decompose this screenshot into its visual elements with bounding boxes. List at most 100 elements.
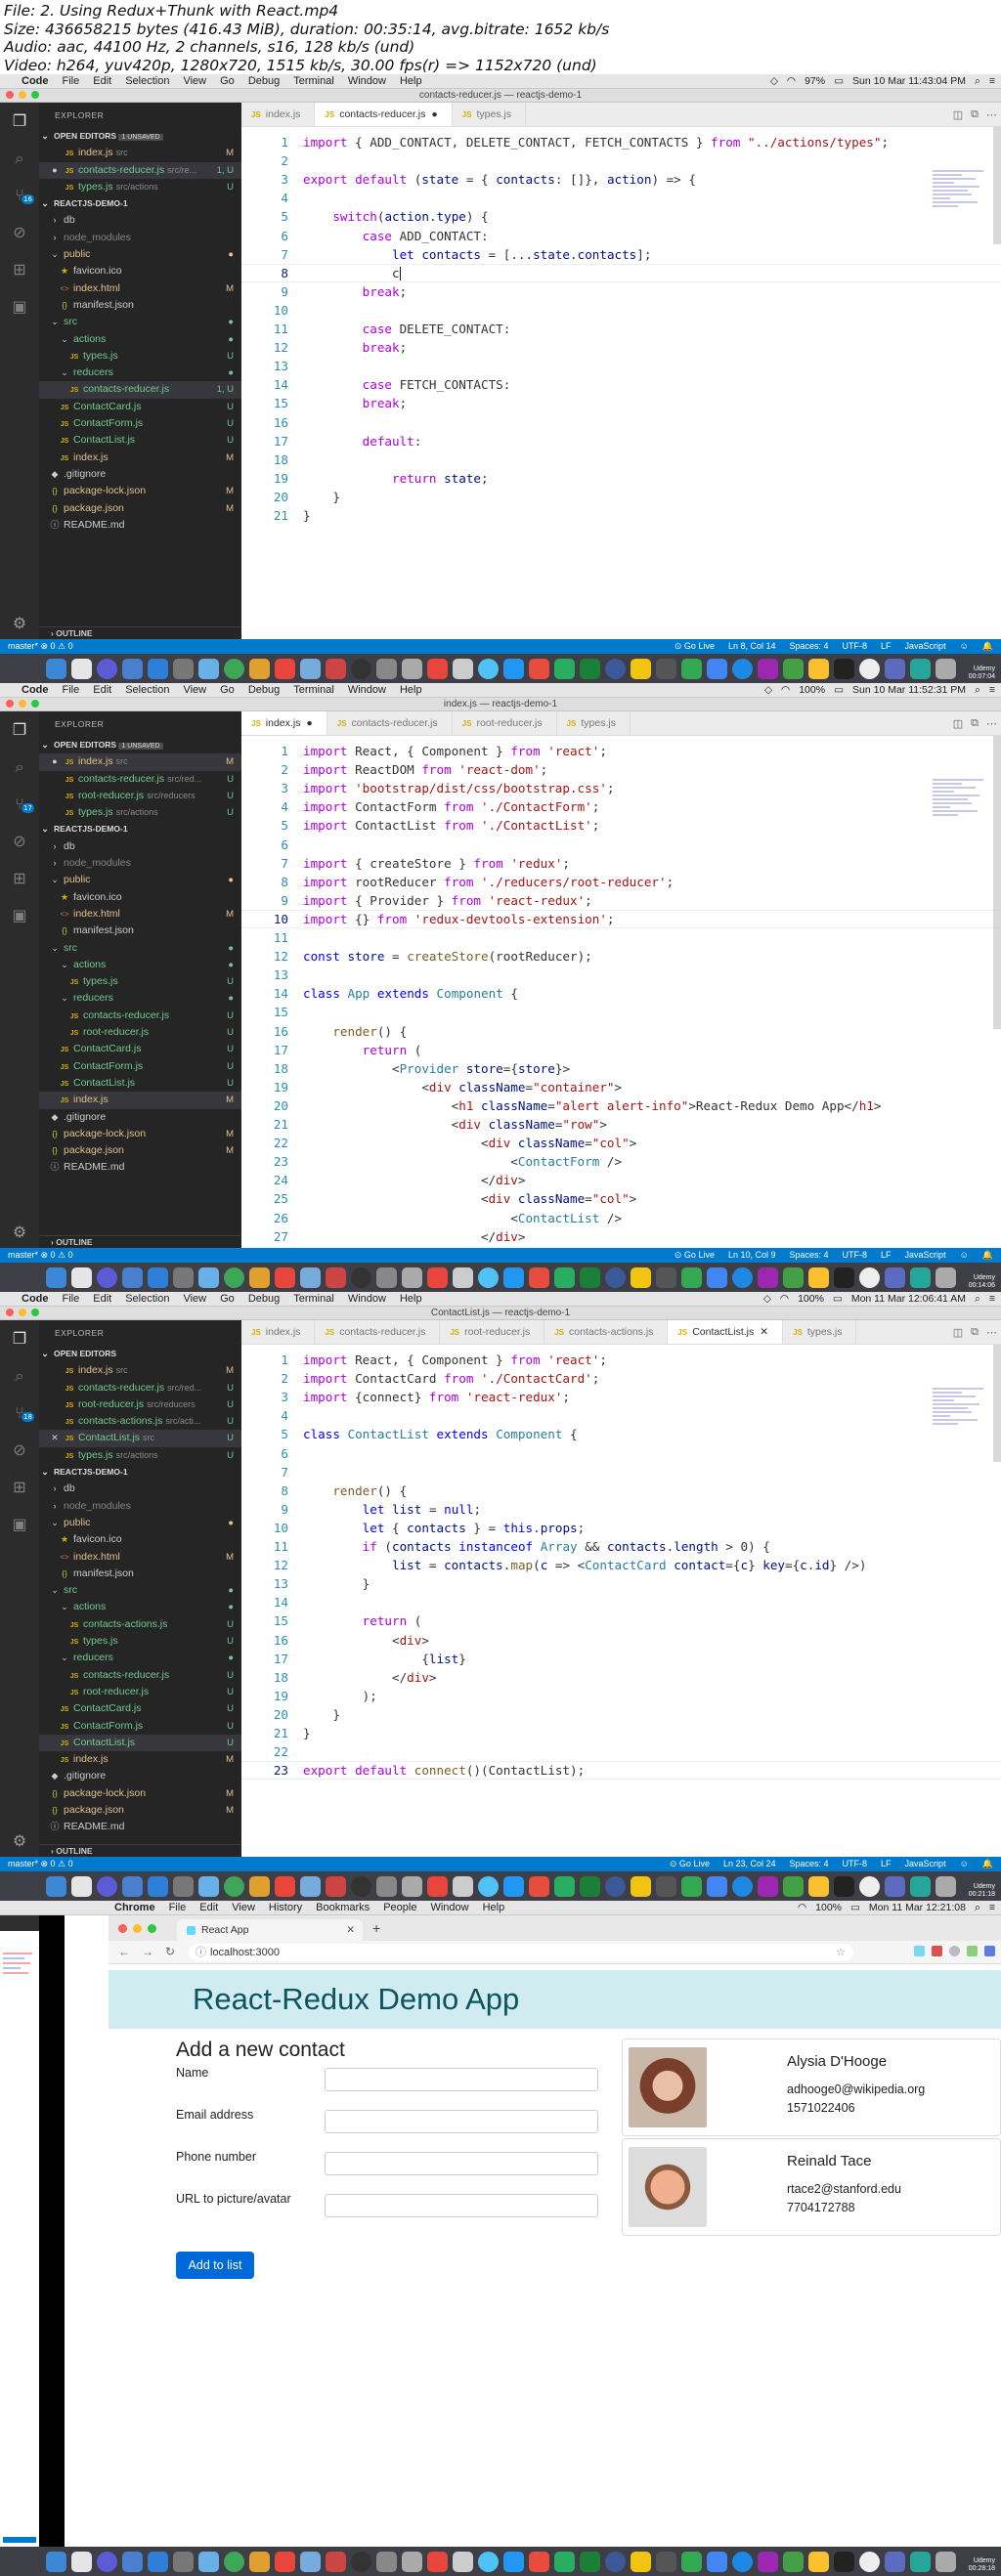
dock-app-icon[interactable] [935, 658, 956, 679]
back-icon[interactable]: ← [118, 1945, 130, 1958]
status-item[interactable]: Ln 23, Col 24 [723, 1859, 776, 1868]
dock-app-icon[interactable] [70, 1875, 92, 1897]
extensions-icon[interactable]: ⊞ [0, 1469, 39, 1506]
dock-app-icon[interactable] [96, 1267, 117, 1288]
tree-item[interactable]: › db [39, 1481, 241, 1497]
menu-item[interactable]: View [183, 1293, 206, 1305]
menu-item[interactable]: History [269, 1902, 302, 1913]
dock-app-icon[interactable] [706, 1267, 727, 1288]
dock-app-icon[interactable] [553, 1875, 575, 1897]
project-header[interactable]: ⌄ REACTJS-DEMO-1 [39, 821, 241, 837]
menu-item[interactable]: Help [400, 75, 422, 87]
dock-app-icon[interactable] [553, 658, 575, 679]
remote-icon[interactable]: ▣ [0, 897, 39, 934]
code-view[interactable]: 1 import React, { Component } from 'react… [241, 736, 1001, 1248]
toggle-icon[interactable]: ⧉ [971, 108, 979, 121]
menu-item[interactable]: View [183, 75, 206, 87]
dock-app-icon[interactable] [858, 1267, 880, 1288]
dock-app-icon[interactable] [325, 658, 346, 679]
status-item[interactable]: LF [881, 1859, 892, 1868]
menu-item[interactable]: File [63, 75, 80, 87]
menu-item[interactable]: Window [348, 75, 386, 87]
dock-app-icon[interactable] [375, 1267, 397, 1288]
menu-item[interactable]: View [232, 1902, 255, 1913]
dock-app-icon[interactable] [706, 658, 727, 679]
dock-app-icon[interactable] [553, 2551, 575, 2572]
tree-item[interactable]: JS ContactList.js U [39, 1734, 241, 1752]
extension-icon[interactable] [932, 1946, 942, 1956]
dock-app-icon[interactable] [909, 2551, 931, 2572]
dock-app-icon[interactable] [502, 658, 524, 679]
tree-item[interactable]: ★ favicon.ico [39, 263, 241, 279]
outline-header[interactable]: › OUTLINE [39, 626, 241, 639]
dock-app-icon[interactable] [731, 2551, 753, 2572]
menu-item[interactable]: Edit [93, 684, 111, 696]
menu-item[interactable]: Code [22, 75, 49, 87]
menu-icon[interactable]: ≡ [989, 1902, 995, 1913]
dock-app-icon[interactable] [502, 2551, 524, 2572]
tree-item[interactable]: {} package.json M [39, 500, 241, 517]
scrollbar[interactable] [993, 127, 1001, 244]
editor-tab[interactable]: JS index.js [241, 103, 316, 126]
forward-icon[interactable]: → [142, 1945, 153, 1958]
dock-app-icon[interactable] [452, 658, 473, 679]
dock-app-icon[interactable] [630, 1875, 651, 1897]
tree-item[interactable]: <> index.html M [39, 280, 241, 297]
tree-item[interactable]: JS contacts-actions.js U [39, 1616, 241, 1633]
menu-icon[interactable]: ≡ [989, 1293, 995, 1305]
dock-app-icon[interactable] [528, 1875, 549, 1897]
dock-app-icon[interactable] [604, 658, 626, 679]
tree-item[interactable]: JS contacts-reducer.js U [39, 1008, 241, 1024]
menu-item[interactable]: View [183, 684, 206, 696]
tree-item[interactable]: JS ContactForm.js U [39, 415, 241, 432]
dropbox-icon[interactable]: ◇ [764, 684, 772, 696]
dock-app-icon[interactable] [45, 1875, 66, 1897]
maximize-window-icon[interactable] [148, 1924, 156, 1933]
close-window-icon[interactable] [6, 91, 14, 99]
dock-app-icon[interactable] [121, 1875, 143, 1897]
minimap[interactable] [933, 170, 989, 229]
open-editor-item[interactable]: JS contacts-reducer.js src/red... U [39, 1380, 241, 1396]
dock-app-icon[interactable] [502, 1267, 524, 1288]
dock-app-icon[interactable] [579, 2551, 600, 2572]
tree-item[interactable]: › db [39, 212, 241, 229]
dock-app-icon[interactable] [350, 2551, 371, 2572]
dock-app-icon[interactable] [477, 1875, 499, 1897]
dock-app-icon[interactable] [248, 1875, 270, 1897]
dock-app-icon[interactable] [172, 1267, 194, 1288]
tree-item[interactable]: ◆ .gitignore [39, 1109, 241, 1126]
dock-app-icon[interactable] [655, 1875, 676, 1897]
menu-icon[interactable]: ≡ [989, 684, 995, 696]
tree-item[interactable]: › node_modules [39, 230, 241, 246]
menu-item[interactable]: Selection [125, 75, 169, 87]
dock-app-icon[interactable] [579, 1267, 600, 1288]
tree-item[interactable]: <> index.html M [39, 906, 241, 923]
menu-item[interactable]: File [63, 1293, 80, 1305]
debug-icon[interactable]: ⊘ [0, 823, 39, 860]
source-control-icon[interactable]: ⑂ 16 [0, 177, 39, 214]
dock-app-icon[interactable] [858, 1875, 880, 1897]
maximize-window-icon[interactable] [31, 91, 39, 99]
open-editor-item[interactable]: JS contacts-reducer.js src/red... U [39, 771, 241, 788]
extensions-icon[interactable]: ⊞ [0, 860, 39, 897]
tree-item[interactable]: ⌄ src ● [39, 314, 241, 330]
close-window-icon[interactable] [118, 1924, 127, 1933]
minimize-window-icon[interactable] [133, 1924, 142, 1933]
dock-app-icon[interactable] [274, 2551, 295, 2572]
tree-item[interactable]: {} package-lock.json M [39, 1126, 241, 1142]
dock-app-icon[interactable] [426, 658, 448, 679]
open-editor-item[interactable]: JS root-reducer.js src/reducers U [39, 788, 241, 804]
tree-item[interactable]: {} manifest.json [39, 297, 241, 314]
dock-app-icon[interactable] [45, 658, 66, 679]
dock-app-icon[interactable] [223, 1875, 244, 1897]
dock-app-icon[interactable] [426, 2551, 448, 2572]
dock-app-icon[interactable] [909, 1875, 931, 1897]
dock-app-icon[interactable] [884, 1267, 905, 1288]
dock-app-icon[interactable] [858, 658, 880, 679]
dock-app-icon[interactable] [782, 2551, 804, 2572]
menu-item[interactable]: File [63, 684, 80, 696]
close-icon[interactable]: ✕ [49, 1430, 61, 1446]
dock-app-icon[interactable] [375, 1875, 397, 1897]
menu-item[interactable]: Go [220, 684, 235, 696]
project-header[interactable]: ⌄ REACTJS-DEMO-1 [39, 1464, 241, 1481]
